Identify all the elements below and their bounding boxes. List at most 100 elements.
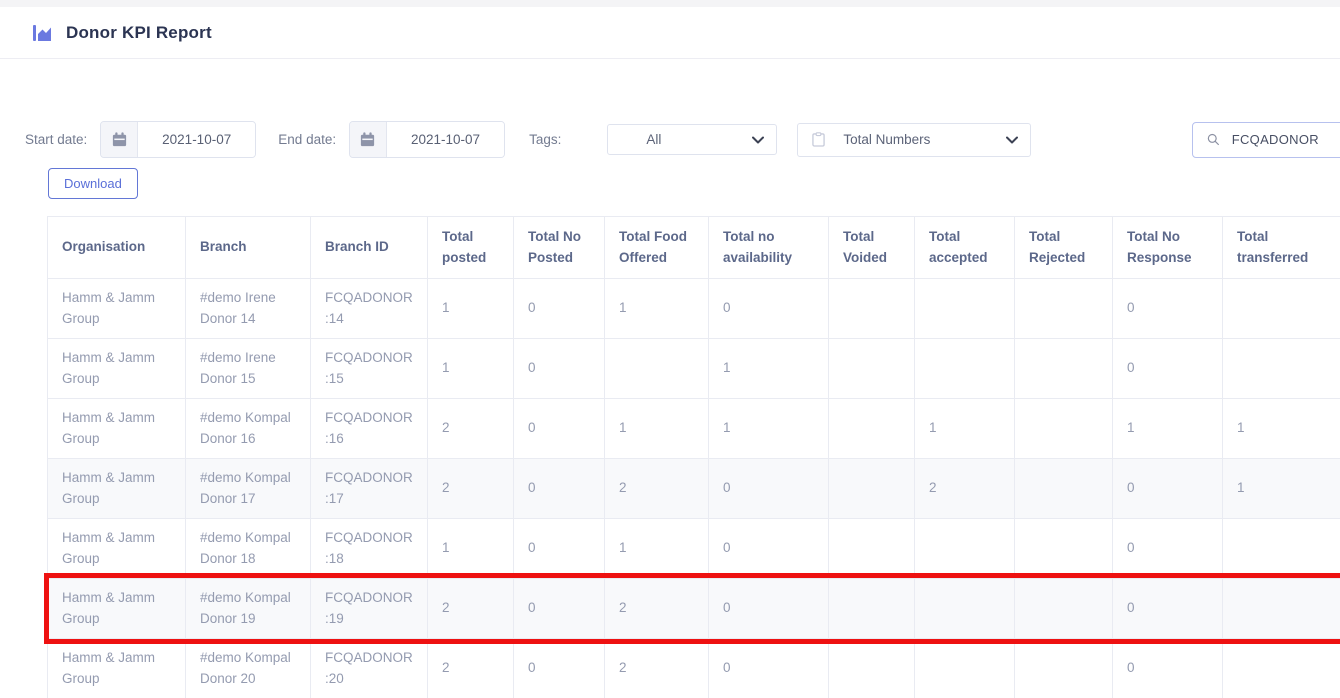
start-date-input[interactable] [138, 122, 255, 157]
table-cell: 1 [709, 339, 829, 399]
table-cell: FCQADONOR:20 [311, 639, 428, 698]
table-cell: 1 [605, 399, 709, 459]
end-date-label: End date: [278, 132, 336, 147]
table-cell: 0 [709, 639, 829, 698]
table-cell: FCQADONOR:18 [311, 519, 428, 579]
table-cell [1223, 639, 1340, 698]
table-cell: 1 [1113, 399, 1223, 459]
metric-select-value: Total Numbers [843, 132, 1006, 147]
column-header: Branch [186, 217, 311, 279]
search-input[interactable] [1232, 132, 1340, 147]
table-body: Hamm & Jamm Group#demo Irene Donor 14FCQ… [48, 279, 1340, 698]
table-cell: 2 [915, 459, 1015, 519]
table-cell: 0 [1113, 279, 1223, 339]
table-cell [1223, 519, 1340, 579]
table-cell: 1 [915, 399, 1015, 459]
table-cell: Hamm & Jamm Group [48, 639, 186, 698]
table-cell [1015, 399, 1113, 459]
table-cell: 0 [709, 579, 829, 639]
table-cell [915, 579, 1015, 639]
table-cell: #demo Kompal Donor 16 [186, 399, 311, 459]
column-header: Branch ID [311, 217, 428, 279]
table-cell [915, 279, 1015, 339]
end-date-input[interactable] [387, 122, 504, 157]
table-cell: 1 [428, 279, 514, 339]
table-cell: Hamm & Jamm Group [48, 339, 186, 399]
table-cell: 2 [605, 639, 709, 698]
table-cell: FCQADONOR:14 [311, 279, 428, 339]
column-header: Total Voided [829, 217, 915, 279]
table-cell: FCQADONOR:15 [311, 339, 428, 399]
table-cell [605, 339, 709, 399]
table-cell [1015, 639, 1113, 698]
table-cell: 0 [514, 339, 605, 399]
table-cell: 1 [428, 519, 514, 579]
top-strip [0, 0, 1340, 7]
page-title: Donor KPI Report [66, 23, 212, 43]
download-button[interactable]: Download [48, 168, 138, 199]
table-cell [915, 639, 1015, 698]
table-cell [829, 339, 915, 399]
table-cell: Hamm & Jamm Group [48, 519, 186, 579]
metric-select[interactable]: Total Numbers [797, 123, 1031, 157]
filter-bar: Start date: End date: Tags: All [0, 121, 1340, 158]
table-cell: #demo Kompal Donor 20 [186, 639, 311, 698]
table-cell: #demo Irene Donor 15 [186, 339, 311, 399]
table-cell: 0 [1113, 339, 1223, 399]
column-header: Total no availability [709, 217, 829, 279]
tags-label: Tags: [529, 132, 561, 147]
area-chart-icon [32, 22, 54, 44]
table-cell [915, 339, 1015, 399]
table-cell [829, 279, 915, 339]
calendar-icon[interactable] [101, 122, 138, 157]
table-cell: 0 [514, 459, 605, 519]
table-cell: Hamm & Jamm Group [48, 279, 186, 339]
table-cell: 2 [428, 399, 514, 459]
table-cell [1223, 339, 1340, 399]
table-cell [1015, 459, 1113, 519]
table-cell [1223, 279, 1340, 339]
table-row: Hamm & Jamm Group#demo Kompal Donor 17FC… [48, 459, 1340, 519]
column-header: Total No Posted [514, 217, 605, 279]
chevron-down-icon [752, 136, 764, 144]
table-cell: 1 [605, 279, 709, 339]
table-row: Hamm & Jamm Group#demo Kompal Donor 18FC… [48, 519, 1340, 579]
table-cell [829, 519, 915, 579]
table-cell: 0 [1113, 639, 1223, 698]
donor-kpi-table: OrganisationBranchBranch IDTotal postedT… [47, 216, 1340, 698]
table-row: Hamm & Jamm Group#demo Irene Donor 15FCQ… [48, 339, 1340, 399]
column-header: Total accepted [915, 217, 1015, 279]
table-row: Hamm & Jamm Group#demo Kompal Donor 16FC… [48, 399, 1340, 459]
table-cell [829, 459, 915, 519]
clipboard-icon [812, 132, 825, 147]
table-cell: FCQADONOR:16 [311, 399, 428, 459]
table-cell: 0 [709, 279, 829, 339]
search-box[interactable] [1192, 122, 1340, 158]
table-cell: #demo Kompal Donor 18 [186, 519, 311, 579]
table-cell: Hamm & Jamm Group [48, 579, 186, 639]
table-cell: #demo Kompal Donor 19 [186, 579, 311, 639]
table-cell [829, 579, 915, 639]
calendar-icon[interactable] [350, 122, 387, 157]
table-cell: 0 [1113, 519, 1223, 579]
table-cell: 1 [1223, 459, 1340, 519]
table-cell: 0 [514, 519, 605, 579]
table-cell [1223, 579, 1340, 639]
table-cell: #demo Kompal Donor 17 [186, 459, 311, 519]
table-cell: 0 [514, 279, 605, 339]
table-row: Hamm & Jamm Group#demo Irene Donor 14FCQ… [48, 279, 1340, 339]
table-cell: 1 [709, 399, 829, 459]
column-header: Total Food Offered [605, 217, 709, 279]
table-cell: 2 [605, 579, 709, 639]
table-header-row: OrganisationBranchBranch IDTotal postedT… [48, 217, 1340, 279]
start-date-picker[interactable] [100, 121, 256, 158]
table-cell [829, 639, 915, 698]
table-cell: 0 [514, 579, 605, 639]
table-cell: 2 [605, 459, 709, 519]
table-row: Hamm & Jamm Group#demo Kompal Donor 20FC… [48, 639, 1340, 698]
table-cell: 0 [709, 519, 829, 579]
end-date-picker[interactable] [349, 121, 505, 158]
table-cell: 1 [605, 519, 709, 579]
table-cell: 2 [428, 459, 514, 519]
tags-select[interactable]: All [607, 124, 777, 155]
